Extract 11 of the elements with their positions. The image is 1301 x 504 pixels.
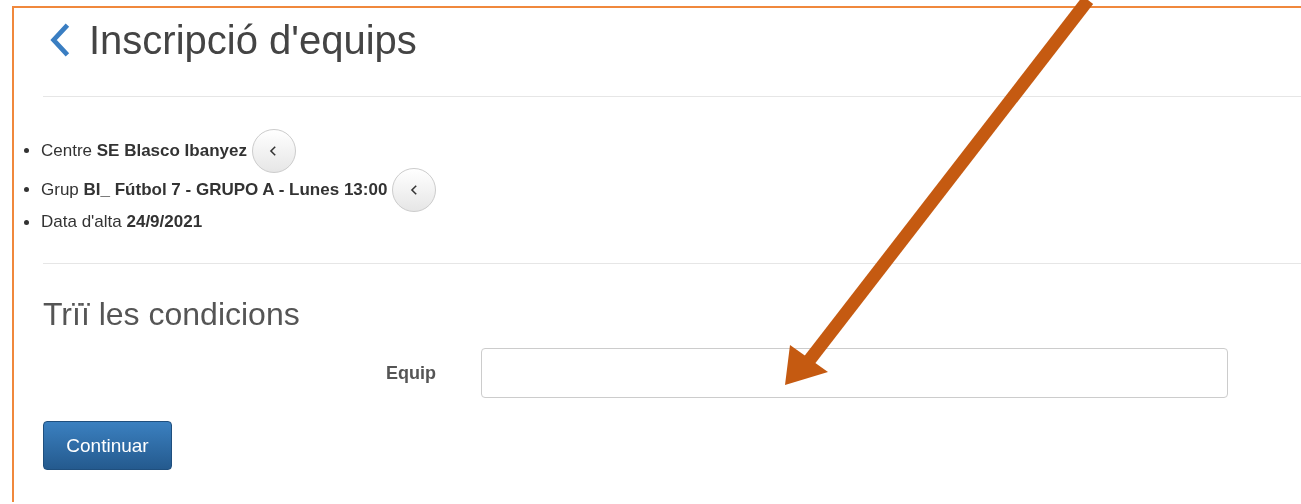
back-icon[interactable]: [49, 22, 71, 58]
detail-text: Centre SE Blasco Ibanyez: [41, 140, 247, 161]
continue-button[interactable]: Continuar: [43, 421, 172, 470]
detail-text: Grup BI_ Fútbol 7 - GRUPO A - Lunes 13:00: [41, 179, 388, 200]
chevron-left-icon: [269, 144, 279, 157]
detail-text: Data d'alta 24/9/2021: [41, 212, 203, 232]
section-title: Trïï les condicions: [43, 296, 301, 333]
input-field[interactable]: [481, 348, 1228, 398]
page-title: Inscripció d'equips: [89, 17, 417, 63]
field-label: Equip: [385, 362, 436, 384]
chevron-left-icon: [409, 183, 419, 196]
